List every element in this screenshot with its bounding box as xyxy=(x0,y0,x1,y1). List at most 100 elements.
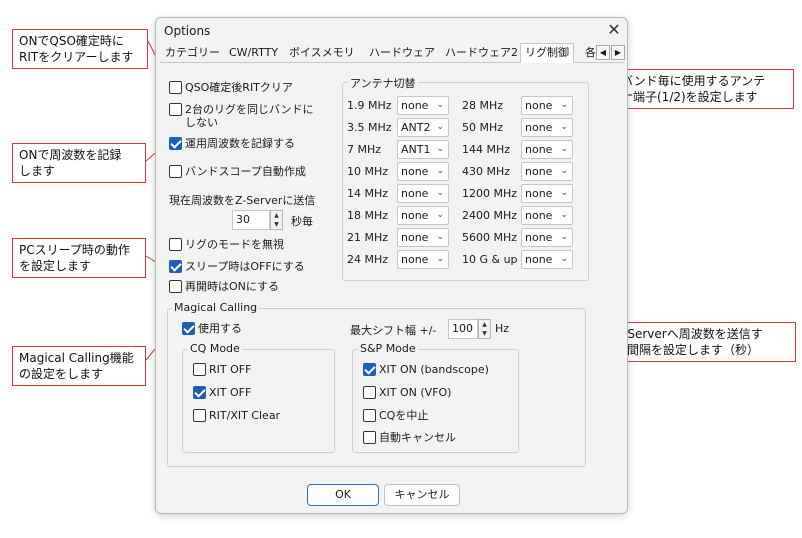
antenna-band-label: 18 MHz xyxy=(347,209,389,222)
antenna-select[interactable]: none ⌄ xyxy=(397,96,449,115)
qso-rit-clear-checkbox[interactable]: QSO確定後RITクリア xyxy=(169,81,293,94)
antenna-band-label: 14 MHz xyxy=(347,187,389,200)
tab-scroll-left-icon[interactable]: ◀ xyxy=(596,45,610,60)
cancel-button[interactable]: キャンセル xyxy=(384,484,460,506)
cq-xit-off-checkbox[interactable]: XIT OFF xyxy=(193,386,251,399)
send-interval-input[interactable]: 30 xyxy=(232,210,270,230)
magical-use-checkbox[interactable]: 使用する xyxy=(182,322,242,335)
same-band-checkbox[interactable]: 2台のリグを同じバンドに しない xyxy=(169,103,314,129)
antenna-select-value: none xyxy=(401,187,429,200)
same-band-box[interactable] xyxy=(169,103,182,116)
stepper-up-icon[interactable]: ▲ xyxy=(479,320,490,329)
tab-hardware2[interactable]: ハードウェア2 xyxy=(440,43,523,63)
antenna-band-label: 5600 MHz xyxy=(462,231,518,244)
stepper-down-icon[interactable]: ▼ xyxy=(479,329,490,338)
tab-cw-rtty[interactable]: CW/RTTY xyxy=(224,43,283,63)
sp-xit-vfo-box[interactable] xyxy=(363,386,376,399)
stepper-down-icon[interactable]: ▼ xyxy=(271,220,282,229)
antenna-band-label: 2400 MHz xyxy=(462,209,518,222)
cq-rit-off-checkbox[interactable]: RIT OFF xyxy=(193,363,251,376)
max-shift-unit: Hz xyxy=(495,322,510,335)
antenna-select-value: none xyxy=(525,187,553,200)
chevron-down-icon: ⌄ xyxy=(436,166,444,176)
magical-use-label: 使用する xyxy=(198,322,242,335)
callout-rit-clear: ONでQSO確定時に RITをクリアーします xyxy=(12,29,148,69)
antenna-select-value: none xyxy=(401,99,429,112)
ignore-mode-checkbox[interactable]: リグのモードを無視 xyxy=(169,238,284,251)
cq-xit-off-box[interactable] xyxy=(193,386,206,399)
cq-rit-xit-clear-box[interactable] xyxy=(193,409,206,422)
max-shift-label: 最大シフト幅 +/- xyxy=(350,324,437,337)
antenna-band-label: 7 MHz xyxy=(347,143,382,156)
antenna-select[interactable]: none ⌄ xyxy=(397,228,449,247)
antenna-group-title: アンテナ切替 xyxy=(348,75,418,91)
antenna-band-label: 10 MHz xyxy=(347,165,389,178)
antenna-select[interactable]: none ⌄ xyxy=(521,118,573,137)
callout-sleep: PCスリープ時の動作 を設定します xyxy=(12,238,146,278)
antenna-select[interactable]: none ⌄ xyxy=(521,96,573,115)
cq-rit-xit-clear-checkbox[interactable]: RIT/XIT Clear xyxy=(193,409,280,422)
antenna-select-value: none xyxy=(525,99,553,112)
antenna-select[interactable]: none ⌄ xyxy=(521,250,573,269)
sp-xit-bandscope-box[interactable] xyxy=(363,363,376,376)
antenna-select-value: none xyxy=(401,231,429,244)
record-freq-checkbox[interactable]: 運用周波数を記録する xyxy=(169,137,295,150)
tab-rig-control[interactable]: リグ制御 xyxy=(520,43,574,64)
sp-cq-stop-box[interactable] xyxy=(363,409,376,422)
sleep-off-box[interactable] xyxy=(169,260,182,273)
sp-cq-stop-label: CQを中止 xyxy=(379,409,429,422)
antenna-select[interactable]: ANT2 ⌄ xyxy=(397,118,449,137)
antenna-select[interactable]: none ⌄ xyxy=(397,162,449,181)
bandscope-auto-label: バンドスコープ自動作成 xyxy=(185,165,306,178)
tab-category[interactable]: カテゴリー xyxy=(160,43,225,63)
antenna-band-label: 10 G & up xyxy=(462,253,518,266)
magical-calling-title: Magical Calling xyxy=(172,301,260,314)
antenna-select[interactable]: none ⌄ xyxy=(521,228,573,247)
antenna-select[interactable]: none ⌄ xyxy=(521,162,573,181)
bandscope-auto-box[interactable] xyxy=(169,165,182,178)
antenna-select[interactable]: ANT1 ⌄ xyxy=(397,140,449,159)
sp-xit-vfo-checkbox[interactable]: XIT ON (VFO) xyxy=(363,386,451,399)
record-freq-box[interactable] xyxy=(169,137,182,150)
chevron-down-icon: ⌄ xyxy=(436,122,444,132)
sp-auto-cancel-checkbox[interactable]: 自動キャンセル xyxy=(363,431,456,444)
ok-button[interactable]: OK xyxy=(307,484,379,506)
antenna-select[interactable]: none ⌄ xyxy=(521,140,573,159)
antenna-select-value: ANT1 xyxy=(401,143,431,156)
chevron-down-icon: ⌄ xyxy=(436,232,444,242)
magical-use-box[interactable] xyxy=(182,322,195,335)
qso-rit-clear-box[interactable] xyxy=(169,81,182,94)
tab-scroll-right-icon[interactable]: ▶ xyxy=(611,45,625,60)
cq-mode-title: CQ Mode xyxy=(188,342,242,355)
chevron-down-icon: ⌄ xyxy=(560,210,568,220)
options-dialog: Options ✕ カテゴリー CW/RTTY ボイスメモリ ハードウェア ハー… xyxy=(155,17,628,514)
sleep-off-checkbox[interactable]: スリープ時はOFFにする xyxy=(169,260,305,273)
sp-auto-cancel-box[interactable] xyxy=(363,431,376,444)
antenna-band-label: 50 MHz xyxy=(462,121,504,134)
max-shift-stepper[interactable]: ▲ ▼ xyxy=(478,319,491,339)
bandscope-auto-checkbox[interactable]: バンドスコープ自動作成 xyxy=(169,165,306,178)
ignore-mode-box[interactable] xyxy=(169,238,182,251)
sp-xit-bandscope-label: XIT ON (bandscope) xyxy=(379,363,489,376)
antenna-select[interactable]: none ⌄ xyxy=(397,250,449,269)
close-icon[interactable]: ✕ xyxy=(604,20,624,40)
send-interval-stepper[interactable]: ▲ ▼ xyxy=(270,210,283,230)
tab-voice-memory[interactable]: ボイスメモリ xyxy=(284,43,360,63)
sp-cq-stop-checkbox[interactable]: CQを中止 xyxy=(363,409,428,422)
stepper-up-icon[interactable]: ▲ xyxy=(271,211,282,220)
resume-on-box[interactable] xyxy=(169,280,182,293)
antenna-select[interactable]: none ⌄ xyxy=(521,184,573,203)
antenna-select[interactable]: none ⌄ xyxy=(521,206,573,225)
antenna-select[interactable]: none ⌄ xyxy=(397,206,449,225)
antenna-select-value: none xyxy=(525,121,553,134)
max-shift-input[interactable]: 100 xyxy=(448,319,478,339)
sp-xit-bandscope-checkbox[interactable]: XIT ON (bandscope) xyxy=(363,363,489,376)
resume-on-checkbox[interactable]: 再開時はONにする xyxy=(169,280,279,293)
resume-on-label: 再開時はONにする xyxy=(185,280,279,293)
antenna-select[interactable]: none ⌄ xyxy=(397,184,449,203)
antenna-band-label: 1.9 MHz xyxy=(347,99,392,112)
chevron-down-icon: ⌄ xyxy=(560,254,568,264)
callout-send-interval: Z-Serverへ周波数を送信す る間隔を設定します（秒） xyxy=(608,322,796,362)
tab-hardware[interactable]: ハードウェア xyxy=(364,43,440,63)
cq-rit-off-box[interactable] xyxy=(193,363,206,376)
